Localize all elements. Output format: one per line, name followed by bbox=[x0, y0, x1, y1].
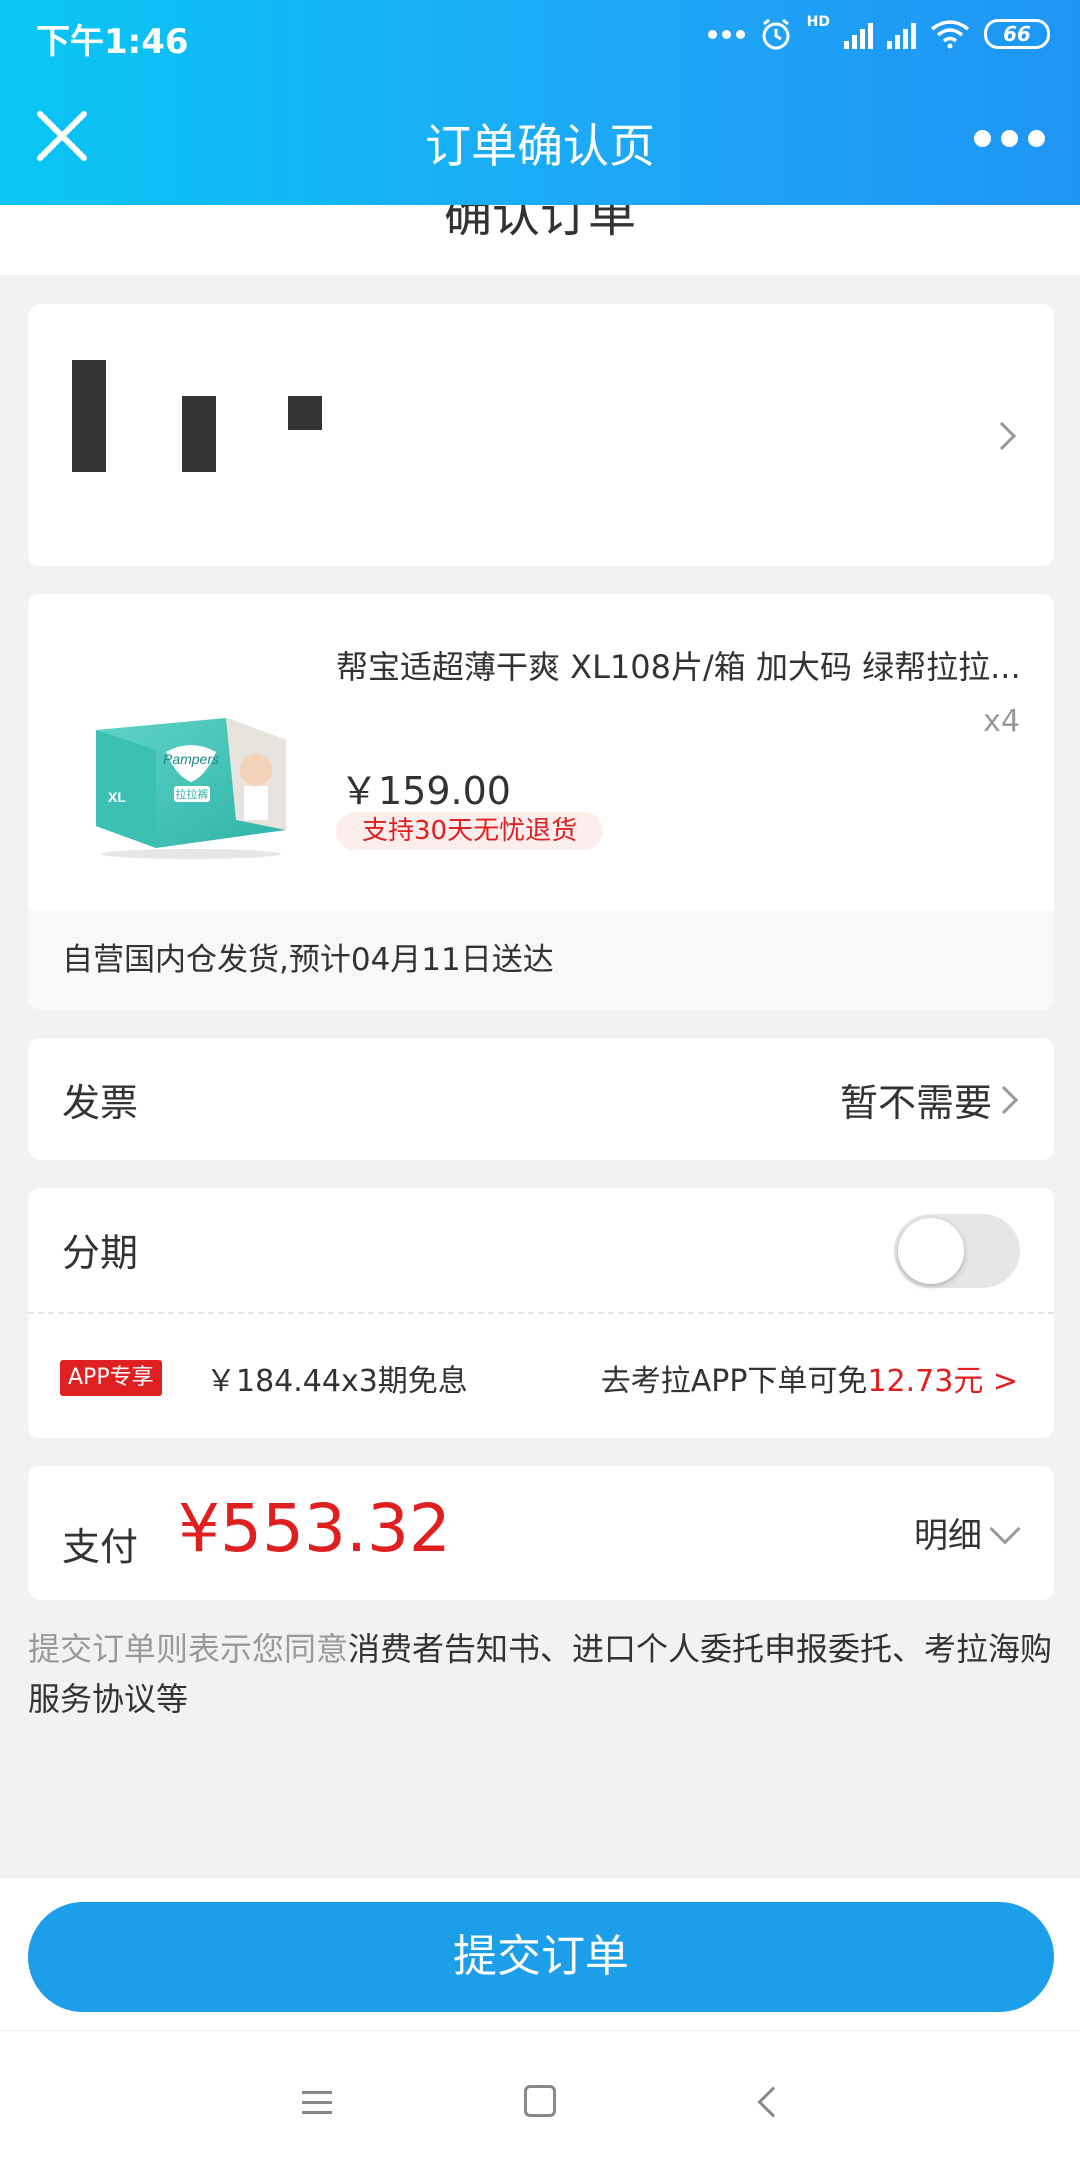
product-name[interactable]: 帮宝适超薄干爽 XL108片/箱 加大码 绿帮拉拉... bbox=[336, 642, 1026, 688]
system-nav-bar bbox=[0, 2030, 1080, 2160]
submit-bar: 提交订单 bbox=[0, 1878, 1080, 2030]
product-size-label: XL bbox=[108, 789, 126, 805]
chevron-down-icon[interactable] bbox=[989, 1513, 1021, 1545]
address-card[interactable] bbox=[28, 304, 1054, 566]
page-title: 订单确认页 bbox=[425, 119, 655, 173]
chevron-right-icon bbox=[989, 1085, 1019, 1115]
chevron-right-icon bbox=[987, 421, 1017, 451]
menu-icon[interactable] bbox=[302, 2091, 332, 2115]
section-title-strip: 确认订单 bbox=[0, 205, 1080, 275]
redacted-block bbox=[288, 396, 322, 430]
status-time: 下午1:46 bbox=[36, 22, 189, 62]
nav-bar: 订单确认页 bbox=[0, 68, 1080, 204]
invoice-value: 暂不需要 bbox=[839, 1081, 992, 1125]
product-card: Pampers 拉拉裤 XL 帮宝适超薄干爽 XL108片/箱 加大码 绿帮拉拉… bbox=[28, 594, 1054, 1010]
product-brand-label: Pampers bbox=[163, 751, 219, 767]
invoice-label: 发票 bbox=[62, 1081, 139, 1125]
return-policy-badge: 支持30天无忧退货 bbox=[336, 812, 604, 850]
notification-dots-icon bbox=[707, 29, 745, 39]
agreement-text: 提交订单则表示您同意消费者告知书、进口个人委托申报委托、考拉海购服务协议等 bbox=[28, 1624, 1058, 1724]
network-hd-label: HD bbox=[806, 14, 830, 30]
product-type-label: 拉拉裤 bbox=[176, 787, 209, 801]
toggle-knob bbox=[898, 1218, 964, 1284]
status-bar: 下午1:46 HD 66 bbox=[0, 0, 1080, 68]
invoice-row[interactable]: 发票 暂不需要 bbox=[28, 1038, 1054, 1160]
installment-card: 分期 APP专享 ￥184.44x3期免息 去考拉APP下单可免12.73元 > bbox=[28, 1188, 1054, 1438]
product-quantity: x4 bbox=[983, 704, 1020, 739]
payment-detail-toggle[interactable]: 明细 bbox=[914, 1508, 982, 1557]
product-image[interactable]: Pampers 拉拉裤 XL bbox=[86, 690, 306, 860]
payment-card: 支付 ¥553.32 明细 bbox=[28, 1466, 1054, 1600]
wifi-icon bbox=[930, 20, 970, 49]
app-promo-link[interactable]: 去考拉APP下单可免12.73元 > bbox=[601, 1356, 1018, 1400]
signal-2-icon bbox=[887, 19, 916, 49]
redacted-block bbox=[182, 396, 216, 472]
battery-icon: 66 bbox=[984, 19, 1050, 49]
redacted-block bbox=[72, 360, 106, 472]
installment-toggle[interactable] bbox=[894, 1214, 1020, 1288]
installment-label: 分期 bbox=[62, 1231, 139, 1275]
signal-icon bbox=[844, 19, 873, 49]
top-bar: 下午1:46 HD 66 订单确认页 bbox=[0, 0, 1080, 205]
status-icons: HD 66 bbox=[707, 14, 1050, 54]
app-promo-text: 去考拉APP下单可免 bbox=[600, 1364, 868, 1399]
shipping-info: 自营国内仓发货,预计04月11日送达 bbox=[28, 910, 1054, 1010]
alarm-icon bbox=[762, 18, 790, 50]
back-icon[interactable] bbox=[757, 2086, 789, 2118]
payment-amount: ¥553.32 bbox=[178, 1490, 451, 1567]
installment-plan: ￥184.44x3期免息 bbox=[206, 1364, 468, 1399]
divider bbox=[28, 1312, 1054, 1314]
app-exclusive-badge: APP专享 bbox=[60, 1360, 162, 1396]
section-title: 确认订单 bbox=[443, 205, 636, 243]
home-icon[interactable] bbox=[524, 2085, 556, 2117]
submit-order-button[interactable]: 提交订单 bbox=[28, 1902, 1054, 2012]
more-icon[interactable] bbox=[964, 118, 1054, 158]
app-promo-amount: 12.73元 > bbox=[867, 1364, 1018, 1399]
product-price: ￥159.00 bbox=[340, 769, 511, 813]
payment-label: 支付 bbox=[62, 1525, 139, 1569]
agreement-prefix: 提交订单则表示您同意 bbox=[28, 1630, 349, 1668]
